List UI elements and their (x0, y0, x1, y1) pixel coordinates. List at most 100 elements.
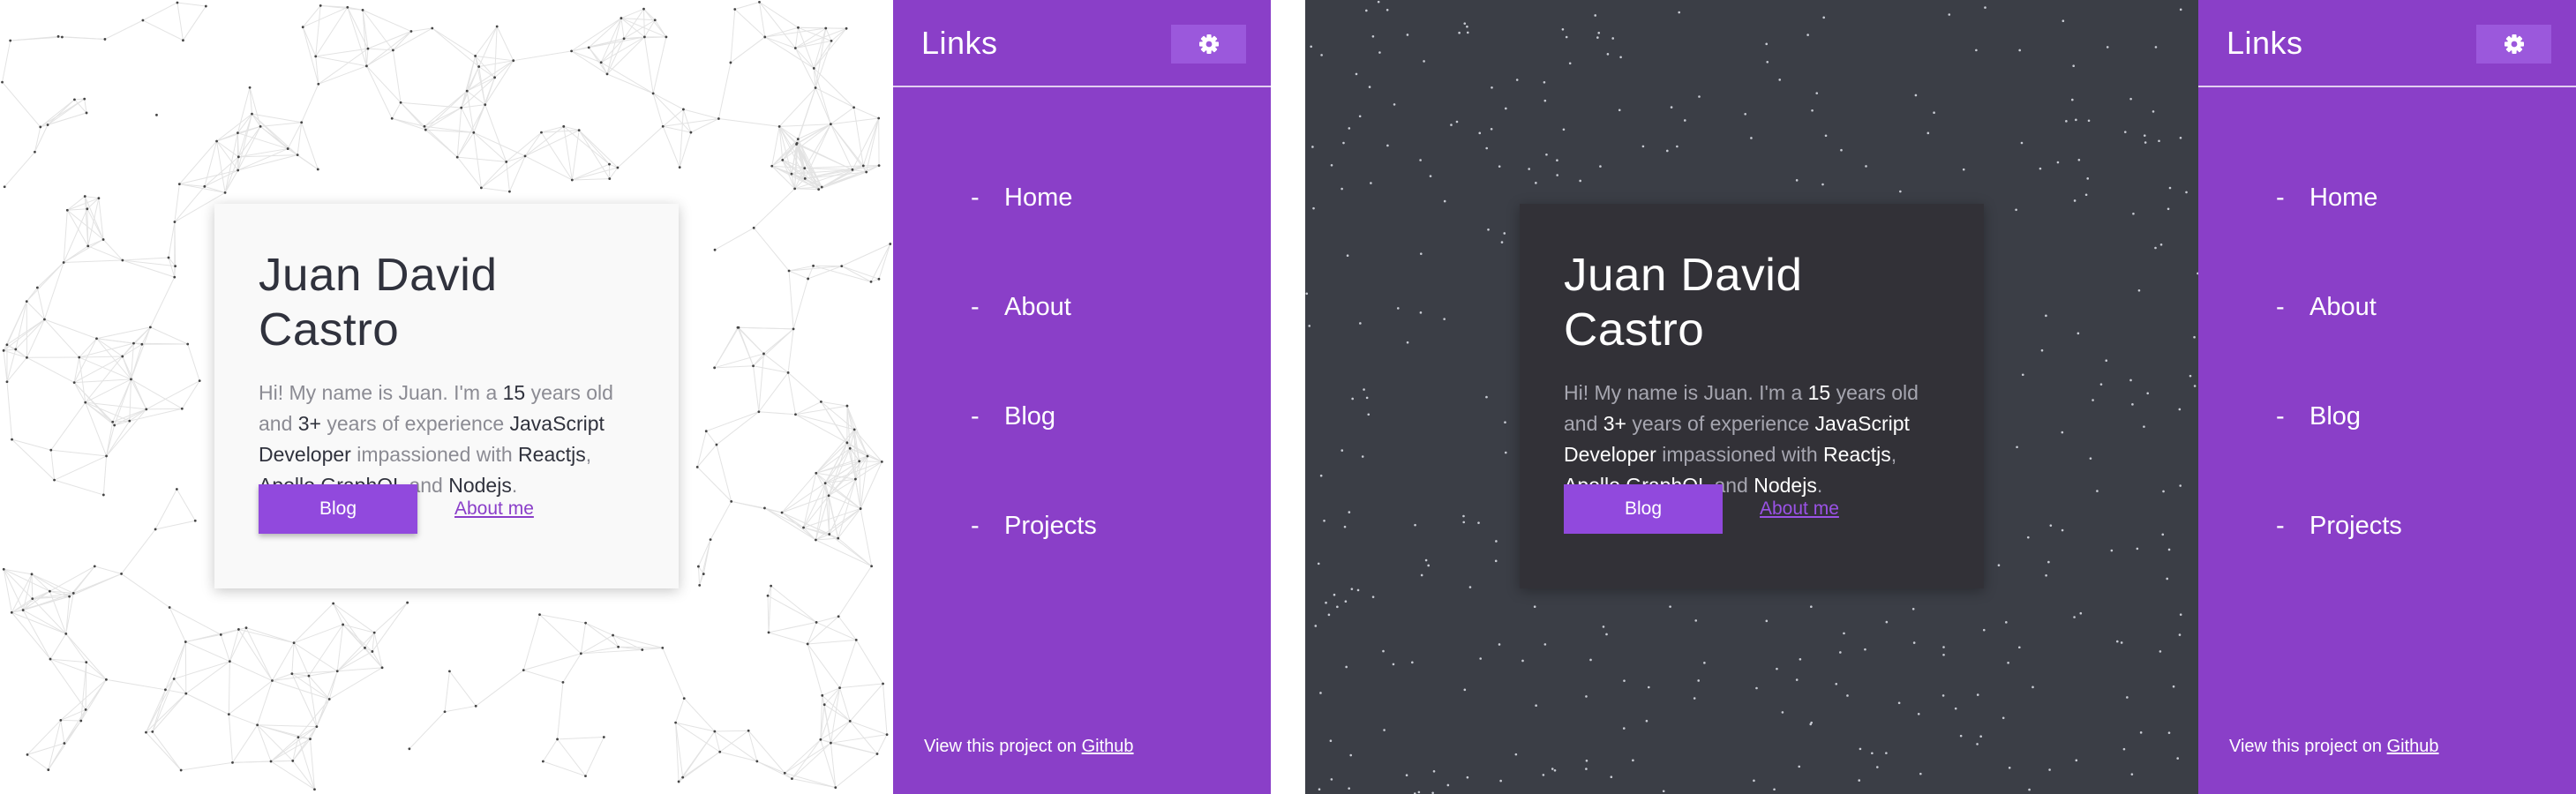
particle-dot (608, 162, 611, 166)
network-line (600, 38, 625, 64)
particle-dot (786, 371, 790, 374)
blog-button[interactable]: Blog (259, 484, 417, 534)
settings-button[interactable] (2476, 25, 2551, 64)
particle-dot (796, 138, 800, 141)
particle-dot (1670, 106, 1673, 109)
particle-dot (1562, 128, 1566, 131)
network-line (362, 9, 412, 32)
github-link[interactable]: Github (2387, 737, 2439, 756)
particle-dot (715, 443, 718, 446)
particle-dot (1594, 14, 1597, 17)
particle-dot (1840, 148, 1843, 152)
particle-dot (2168, 186, 2172, 190)
network-line (770, 585, 817, 623)
nav-item-about[interactable]: - About (971, 293, 1097, 402)
particle-dot (689, 131, 693, 134)
network-line (522, 614, 540, 670)
network-line (270, 737, 299, 762)
particle-dot (1798, 765, 1801, 768)
blog-button[interactable]: Blog (1564, 484, 1723, 534)
network-line (524, 130, 580, 157)
particle-dot (803, 167, 807, 170)
network-line (187, 343, 200, 381)
network-line (174, 186, 206, 222)
particle-dot (39, 125, 42, 129)
particle-dot (713, 248, 717, 251)
network-line (372, 602, 409, 652)
particle-dot (1311, 146, 1314, 148)
network-line (830, 124, 853, 170)
particle-dot (812, 264, 815, 267)
network-line (169, 607, 222, 635)
particle-dot (1478, 131, 1482, 135)
network-line (228, 714, 233, 763)
settings-button[interactable] (1171, 25, 1246, 64)
particle-dot (562, 124, 566, 128)
particle-dot (2137, 288, 2141, 292)
network-line (747, 730, 785, 774)
particle-dot (1406, 341, 1409, 344)
network-line (764, 507, 816, 541)
particle-dot (709, 538, 712, 542)
particle-dot (807, 277, 810, 281)
particle-dot (2039, 167, 2042, 170)
particle-dot (2162, 490, 2165, 493)
network-line (129, 408, 183, 422)
about-me-link[interactable]: About me (1760, 498, 1839, 520)
gear-icon (2504, 34, 2524, 54)
bio-segment: Hi! My name is Juan. I'm a (1564, 380, 1808, 404)
nav-item-projects[interactable]: - Projects (971, 512, 1097, 621)
sidebar-title: Links (2227, 25, 2303, 61)
particle-dot (1543, 81, 1546, 84)
network-line (718, 117, 780, 127)
particle-dot (2105, 359, 2108, 363)
particle-dot (5, 380, 9, 384)
network-line (663, 125, 692, 133)
github-link[interactable]: Github (1082, 737, 1134, 756)
network-line (768, 621, 817, 633)
nav-item-blog[interactable]: - Blog (2276, 402, 2402, 512)
network-line (79, 338, 97, 358)
particle-dot (713, 366, 717, 370)
particle-dot (729, 61, 732, 64)
particle-dot (300, 121, 304, 124)
particle-dot (861, 164, 865, 168)
particle-dot (1383, 729, 1386, 731)
network-line (585, 737, 605, 776)
nav-item-home[interactable]: - Home (2276, 184, 2402, 293)
particle-dot (175, 488, 178, 491)
particle-dot (653, 19, 657, 22)
particle-dot (2178, 633, 2182, 636)
particle-dot (56, 34, 60, 38)
particle-dot (176, 1, 179, 4)
network-line (47, 98, 85, 125)
particle-dot (880, 460, 883, 463)
particle-dot (1811, 109, 1814, 112)
particle-dot (184, 692, 188, 695)
particle-dot (1424, 558, 1428, 562)
particle-dot (859, 507, 862, 510)
particle-dot (180, 407, 184, 410)
nav-item-projects[interactable]: - Projects (2276, 512, 2402, 621)
nav-item-home[interactable]: - Home (971, 184, 1097, 293)
particle-dot (1367, 413, 1371, 416)
particle-dot (1948, 13, 1951, 16)
particle-dot (1343, 525, 1347, 528)
nav-item-about[interactable]: - About (2276, 293, 2402, 402)
particle-dot (602, 736, 605, 738)
particle-dot (179, 768, 183, 772)
nav-item-blog[interactable]: - Blog (971, 402, 1097, 512)
particle-dot (1396, 307, 1400, 310)
network-line (232, 724, 259, 763)
particle-dot (1666, 149, 1669, 153)
network-line (697, 566, 701, 586)
network-line (820, 721, 851, 740)
about-me-link[interactable]: About me (454, 498, 534, 520)
particle-dot (172, 678, 176, 680)
network-line (841, 266, 872, 282)
particle-dot (1463, 22, 1467, 25)
particle-dot (309, 738, 312, 741)
particle-dot (1585, 759, 1588, 762)
network-line (473, 131, 526, 157)
particle-dot (307, 674, 311, 678)
